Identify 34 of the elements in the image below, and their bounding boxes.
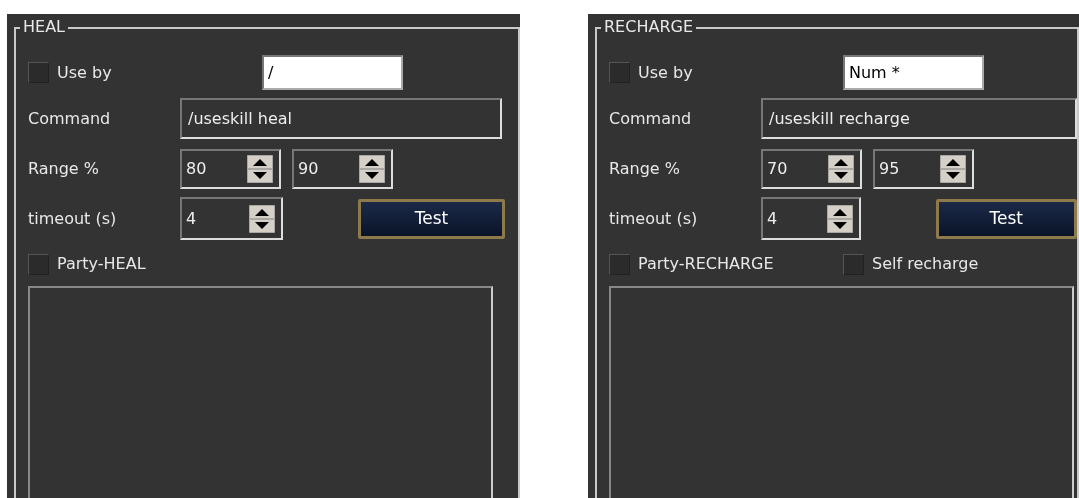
checkbox[interactable] [843, 253, 864, 275]
spin-box[interactable]: 90 [292, 149, 393, 189]
checkbox-label: Use by [638, 61, 693, 84]
test-button[interactable]: Test [935, 198, 1077, 239]
spin-arrows-icon[interactable] [828, 155, 854, 183]
spin-arrows-icon[interactable] [247, 155, 273, 183]
spin-arrows-icon[interactable] [249, 204, 275, 233]
hotkey-field[interactable]: Num * [843, 55, 984, 90]
spin-box[interactable]: 4 [761, 197, 861, 240]
test-button[interactable]: Test [358, 198, 505, 239]
spin-box[interactable]: 95 [873, 149, 974, 189]
spin-arrows-icon[interactable] [826, 204, 853, 233]
checkbox-label: Party-RECHARGE [638, 253, 774, 275]
field-label: Range % [28, 158, 100, 180]
command-field[interactable]: /useskill recharge [761, 98, 1077, 139]
field-label: timeout (s) [609, 207, 699, 230]
field-label: timeout (s) [28, 207, 118, 230]
field-label: Command [609, 107, 693, 130]
checkbox[interactable] [609, 253, 630, 275]
spin-box[interactable]: 80 [180, 149, 281, 189]
spin-arrows-icon[interactable] [940, 155, 966, 183]
command-field[interactable]: /useskill heal [180, 98, 502, 139]
checkbox-label: Party-HEAL [57, 253, 146, 275]
checkbox-label: Self recharge [872, 253, 979, 275]
field-label: Range % [609, 158, 681, 180]
spin-box[interactable]: 70 [761, 149, 862, 189]
checkbox[interactable] [28, 253, 49, 275]
field-label: Command [28, 107, 112, 130]
checkbox[interactable] [609, 62, 630, 83]
spin-box[interactable]: 4 [180, 197, 283, 240]
checkbox-label: Use by [57, 61, 112, 84]
spin-arrows-icon[interactable] [359, 155, 385, 183]
hotkey-field[interactable]: / [262, 55, 403, 90]
checkbox[interactable] [28, 62, 49, 83]
